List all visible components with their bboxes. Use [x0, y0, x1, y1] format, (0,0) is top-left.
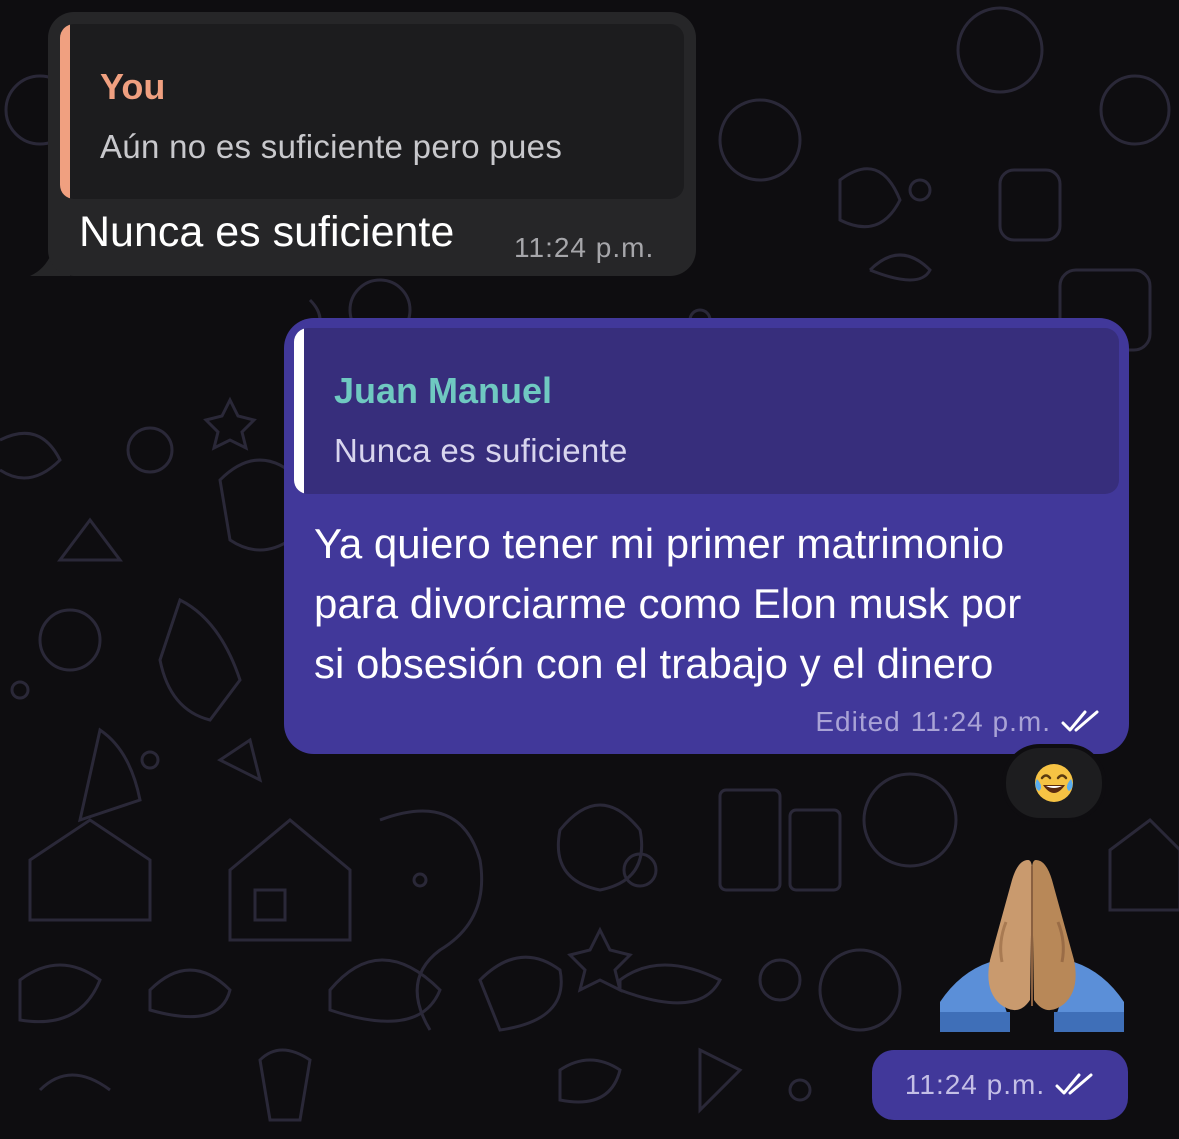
edited-label: Edited — [815, 706, 901, 737]
reply-quoted-text: Nunca es suficiente — [334, 432, 628, 469]
outgoing-message-bubble[interactable]: Juan Manuel Nunca es suficiente Ya quier… — [284, 318, 1129, 754]
double-check-icon — [1055, 1073, 1093, 1095]
incoming-message-bubble[interactable]: You Aún no es suficiente pero pues Nunca… — [48, 12, 696, 276]
reply-quote-accent-bar — [294, 328, 304, 494]
double-check-icon — [1061, 710, 1099, 732]
emoji-message-meta: 11:24 p.m. — [872, 1050, 1128, 1120]
message-reaction[interactable] — [1002, 744, 1106, 822]
message-time: 11:24 p.m. — [514, 232, 655, 263]
reply-author: Juan Manuel — [334, 370, 553, 411]
reply-quoted-text: Aún no es suficiente pero pues — [100, 128, 563, 165]
message-text-line: si obsesión con el trabajo y el dinero — [314, 640, 994, 687]
message-time: 11:24 p.m. — [910, 706, 1051, 737]
message-text-line: Ya quiero tener mi primer matrimonio — [314, 520, 1005, 567]
message-text: Nunca es suficiente — [79, 208, 455, 256]
message-meta: Edited 11:24 p.m. — [815, 706, 1101, 738]
chat-view: You Aún no es suficiente pero pues Nunca… — [0, 0, 1179, 1139]
message-text-line: para divorciarme como Elon musk por — [314, 580, 1022, 627]
message-time: 11:24 p.m. — [904, 1069, 1046, 1100]
message-text: Ya quiero tener mi primer matrimonio par… — [314, 514, 1104, 694]
reply-quote[interactable]: You Aún no es suficiente pero pues — [60, 24, 684, 199]
folded-hands-emoji[interactable] — [940, 852, 1124, 1036]
face-with-tears-of-joy-emoji — [1035, 764, 1073, 802]
reply-quote-accent-bar — [60, 24, 70, 199]
reply-author: You — [100, 66, 166, 107]
reply-quote[interactable]: Juan Manuel Nunca es suficiente — [294, 328, 1119, 494]
